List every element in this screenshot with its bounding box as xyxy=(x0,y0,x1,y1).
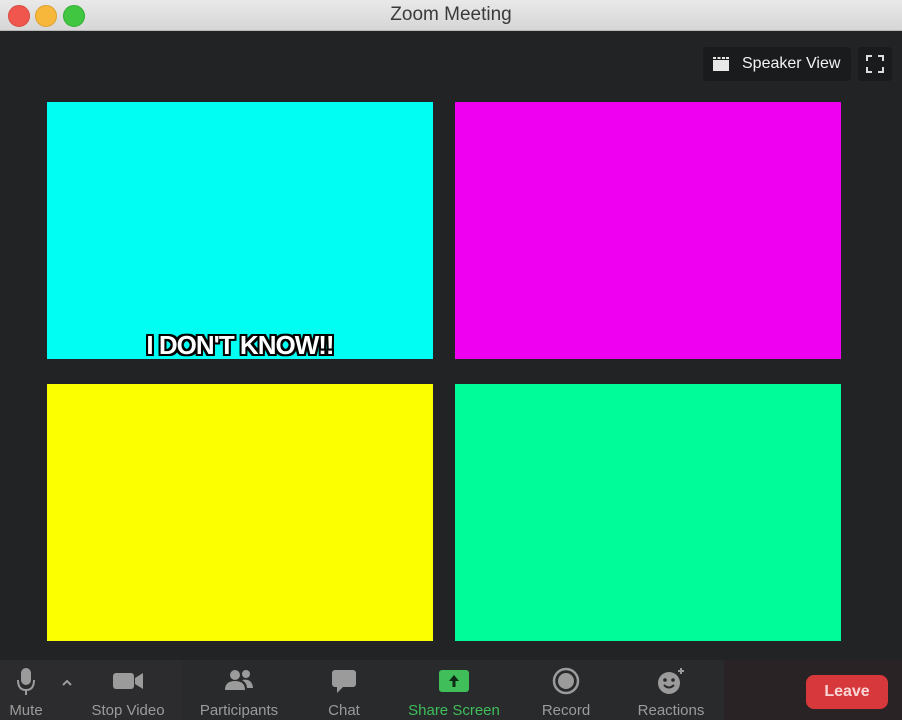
share-screen-button[interactable]: Share Screen xyxy=(400,660,508,720)
reactions-button[interactable]: Reactions xyxy=(626,660,716,720)
record-button[interactable]: Record xyxy=(530,660,602,720)
chat-button[interactable]: Chat xyxy=(314,660,374,720)
grid-icon xyxy=(712,56,730,72)
chevron-up-icon[interactable] xyxy=(60,676,74,690)
speaker-view-button[interactable]: Speaker View xyxy=(703,47,851,81)
zoom-meeting-window: Zoom Meeting Speaker View I DON'T KNOW!!… xyxy=(0,0,902,720)
share-screen-label: Share Screen xyxy=(408,702,500,719)
video-tile-2[interactable] xyxy=(455,102,841,359)
reactions-icon xyxy=(655,666,687,701)
window-title: Zoom Meeting xyxy=(390,4,512,25)
stop-video-button[interactable]: Stop Video xyxy=(80,660,176,720)
video-camera-icon xyxy=(111,666,145,701)
microphone-icon xyxy=(15,666,37,703)
participants-icon xyxy=(222,666,256,701)
mute-button[interactable]: Mute xyxy=(0,660,52,720)
speaker-view-label: Speaker View xyxy=(742,55,841,72)
video-tile-4[interactable] xyxy=(455,384,841,641)
fullscreen-icon xyxy=(858,55,892,85)
video-tile-1[interactable]: I DON'T KNOW!! xyxy=(47,102,433,360)
share-screen-icon xyxy=(437,666,471,701)
mute-label: Mute xyxy=(9,702,43,719)
title-bar: Zoom Meeting xyxy=(0,0,902,31)
video-tile-3[interactable] xyxy=(47,384,433,641)
tile-caption: I DON'T KNOW!! xyxy=(146,330,334,360)
participants-button[interactable]: Participants xyxy=(190,660,288,720)
record-label: Record xyxy=(541,702,591,719)
chat-label: Chat xyxy=(328,702,360,719)
chat-bubble-icon xyxy=(329,666,359,701)
participants-label: Participants xyxy=(199,702,279,719)
reactions-label: Reactions xyxy=(637,702,705,719)
stop-video-label: Stop Video xyxy=(91,702,165,719)
record-icon xyxy=(551,666,581,701)
meeting-toolbar: Mute Stop Video Participants Chat Share … xyxy=(0,660,902,720)
fullscreen-button[interactable] xyxy=(858,47,892,81)
leave-button[interactable]: Leave xyxy=(806,675,888,709)
